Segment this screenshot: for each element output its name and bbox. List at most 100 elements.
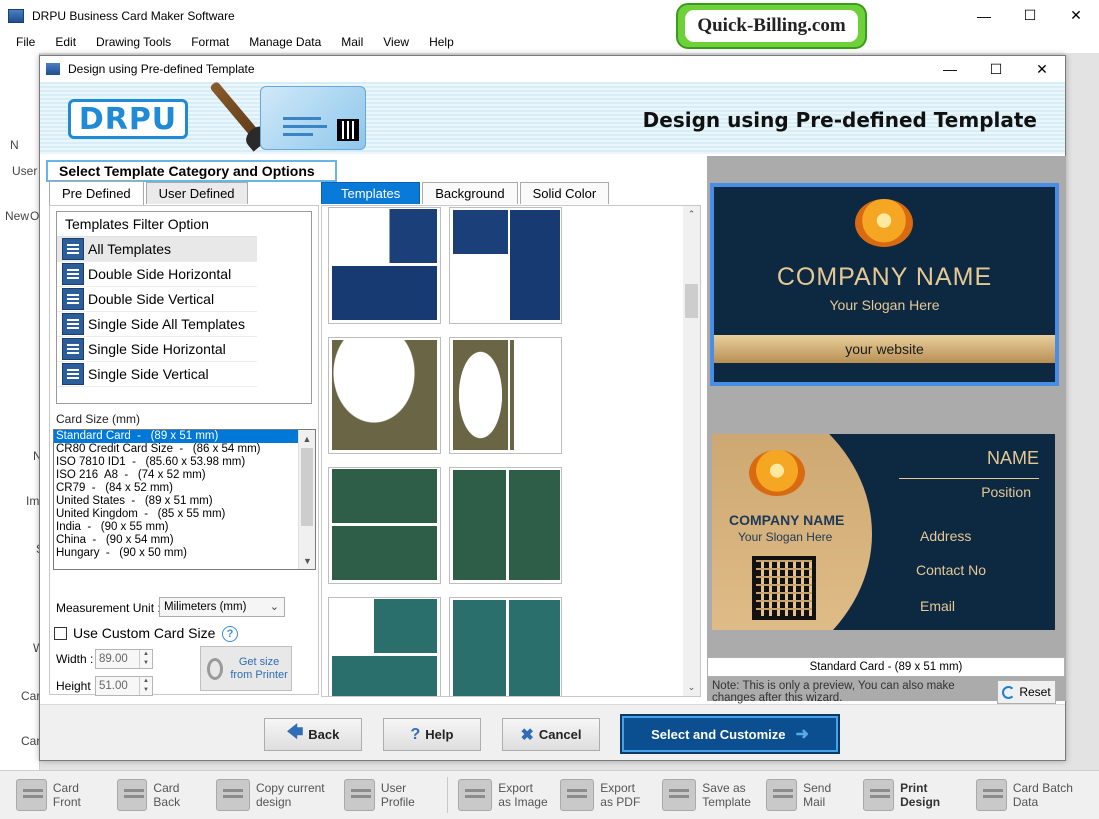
back-company-name: COMPANY NAME [729, 512, 845, 528]
template-thumbnail[interactable] [328, 597, 441, 696]
card-size-item[interactable]: United Kingdom - (85 x 55 mm) [54, 508, 298, 521]
filter-item-single-side-vertical[interactable]: Single Side Vertical [57, 362, 257, 387]
height-spinner[interactable]: ▲ ▼ [139, 677, 152, 695]
background-left-panel: N User New O N Im S W Car Car [0, 53, 44, 770]
tab-user-defined[interactable]: User Defined [145, 182, 248, 204]
scroll-down-icon[interactable]: ⌄ [683, 679, 700, 696]
filter-item-double-side-horizontal[interactable]: Double Side Horizontal [57, 262, 257, 287]
back-contact: Contact No [916, 562, 987, 578]
menu-help[interactable]: Help [429, 35, 454, 49]
bg-label: Car [21, 734, 41, 748]
measurement-unit-select[interactable]: Milimeters (mm) ⌄ [159, 597, 285, 617]
template-thumbnail[interactable] [449, 337, 562, 454]
card-size-item[interactable]: China - (90 x 54 mm) [54, 534, 298, 547]
filter-item-double-side-vertical[interactable]: Double Side Vertical [57, 287, 257, 312]
menu-bar: File Edit Drawing Tools Format Manage Da… [0, 31, 1099, 53]
back-name: NAME [986, 448, 1039, 468]
export-pdf-button[interactable]: Export as PDF [554, 771, 656, 819]
send-mail-button[interactable]: Send Mail [760, 771, 857, 819]
maximize-icon[interactable]: ☐ [1007, 0, 1053, 31]
menu-format[interactable]: Format [191, 35, 229, 49]
custom-size-checkbox[interactable] [54, 626, 67, 640]
help-icon[interactable]: ? [222, 626, 238, 642]
card-size-scrollbar[interactable]: ▲ ▼ [298, 430, 315, 569]
bg-label: N [10, 138, 19, 152]
template-thumbnail[interactable] [328, 337, 441, 454]
export-image-icon [458, 779, 493, 811]
filter-item-all-templates[interactable]: All Templates [57, 237, 257, 262]
width-spinner[interactable]: ▲ ▼ [139, 650, 152, 668]
custom-size-checkbox-row[interactable]: Use Custom Card Size [54, 625, 215, 641]
dialog-minimize-icon[interactable]: — [927, 56, 973, 82]
menu-mail[interactable]: Mail [341, 35, 363, 49]
close-icon[interactable]: ✕ [1053, 0, 1099, 31]
gear-icon [207, 657, 224, 680]
card-size-item[interactable]: CR79 - (84 x 52 mm) [54, 482, 298, 495]
banner-heading: Design using Pre-defined Template [642, 108, 1037, 132]
tab-templates[interactable]: Templates [321, 182, 421, 204]
dialog-maximize-icon[interactable]: ☐ [973, 56, 1019, 82]
card-size-item[interactable]: ISO 216 A8 - (74 x 52 mm) [54, 469, 298, 482]
template-thumbnail[interactable] [449, 467, 562, 584]
scroll-thumb[interactable] [301, 448, 313, 526]
back-button[interactable]: 🡄 Back [264, 718, 362, 751]
scroll-up-icon[interactable]: ▲ [299, 430, 315, 447]
tab-background[interactable]: Background [422, 182, 518, 204]
dialog-close-icon[interactable]: ✕ [1019, 56, 1065, 82]
filter-item-single-side-horizontal[interactable]: Single Side Horizontal [57, 337, 257, 362]
menu-file[interactable]: File [16, 35, 35, 49]
copy-design-button[interactable]: Copy current design [210, 771, 338, 819]
template-thumbnail[interactable] [328, 207, 441, 324]
card-size-label: Card Size (mm) [56, 412, 141, 426]
tab-solid-color[interactable]: Solid Color [519, 182, 610, 204]
double-vertical-icon [62, 288, 84, 310]
single-horizontal-icon [62, 338, 84, 360]
template-thumbnail[interactable] [449, 207, 562, 324]
reset-button[interactable]: Reset [997, 680, 1056, 704]
back-position: Position [981, 484, 1031, 500]
width-input[interactable]: 89.00 ▲ ▼ [95, 649, 153, 669]
scroll-down-icon[interactable]: ▼ [299, 552, 315, 569]
dialog-button-bar: 🡄 Back ? Help ✖ Cancel Select and Custom… [40, 704, 1065, 760]
card-size-item[interactable]: India - (90 x 55 mm) [54, 521, 298, 534]
user-profile-button[interactable]: User Profile [338, 771, 443, 819]
printer-icon [863, 779, 895, 811]
card-size-item[interactable]: Standard Card - (89 x 51 mm) [54, 430, 298, 443]
watermark-text: Quick-Billing.com [685, 10, 858, 42]
card-front-icon [16, 779, 47, 811]
export-image-button[interactable]: Export as Image [452, 771, 554, 819]
templates-filter-list[interactable]: Templates Filter Option All Templates Do… [56, 211, 312, 404]
template-thumbnail[interactable] [328, 467, 441, 584]
height-input[interactable]: 51.00 ▲ ▼ [95, 676, 153, 696]
card-batch-data-button[interactable]: Card Batch Data [970, 771, 1099, 819]
card-size-item[interactable]: United States - (89 x 51 mm) [54, 495, 298, 508]
name-divider [899, 478, 1039, 479]
card-size-item[interactable]: Hungary - (90 x 50 mm) [54, 547, 298, 560]
minimize-icon[interactable]: — [961, 0, 1007, 31]
select-and-customize-button[interactable]: Select and Customize ➜ [622, 716, 838, 752]
batch-data-icon [975, 779, 1007, 811]
menu-drawing-tools[interactable]: Drawing Tools [96, 35, 171, 49]
menu-edit[interactable]: Edit [55, 35, 76, 49]
card-size-item[interactable]: CR80 Credit Card Size - (86 x 54 mm) [54, 443, 298, 456]
print-design-button[interactable]: Print Design [857, 771, 970, 819]
menu-manage-data[interactable]: Manage Data [249, 35, 321, 49]
drpu-logo: DRPU [68, 99, 188, 139]
card-size-list[interactable]: Standard Card - (89 x 51 mm) CR80 Credit… [53, 429, 316, 570]
filter-item-single-side-all[interactable]: Single Side All Templates [57, 312, 257, 337]
menu-view[interactable]: View [383, 35, 409, 49]
card-size-item[interactable]: ISO 7810 ID1 - (85.60 x 53.98 mm) [54, 456, 298, 469]
card-front-button[interactable]: Card Front [0, 771, 111, 819]
cancel-button[interactable]: ✖ Cancel [502, 718, 600, 751]
gallery-scrollbar[interactable]: ⌃ ⌄ [683, 206, 700, 696]
help-button[interactable]: ? Help [383, 718, 481, 751]
scroll-up-icon[interactable]: ⌃ [683, 206, 700, 223]
get-size-from-printer-button[interactable]: Get size from Printer [200, 646, 292, 691]
all-templates-icon [62, 238, 84, 260]
single-vertical-icon [62, 363, 84, 385]
save-template-button[interactable]: Save as Template [656, 771, 760, 819]
template-thumbnail[interactable] [449, 597, 562, 696]
scroll-thumb[interactable] [685, 284, 698, 318]
card-back-button[interactable]: Card Back [111, 771, 210, 819]
tab-pre-defined[interactable]: Pre Defined [49, 181, 144, 205]
